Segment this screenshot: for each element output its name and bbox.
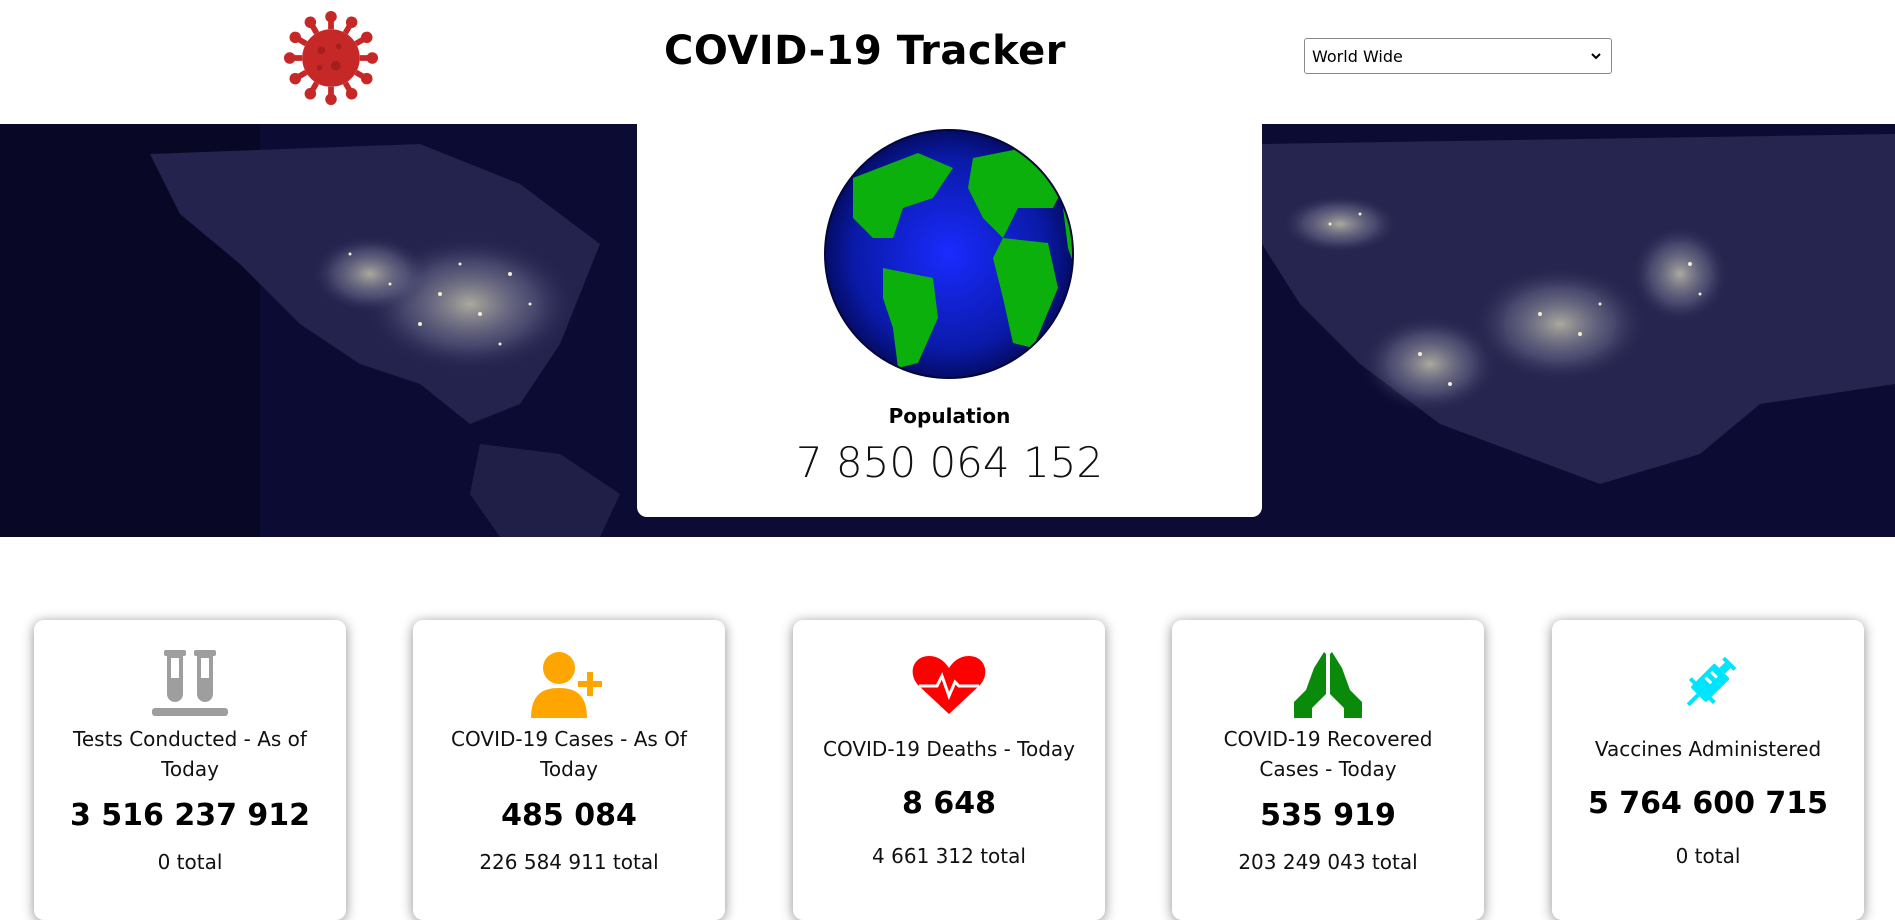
page-title: COVID-19 Tracker	[664, 28, 1066, 74]
user-plus-icon	[531, 652, 602, 718]
test-tubes-icon	[152, 650, 228, 716]
stat-total: 0 total	[157, 850, 223, 874]
header: COVID-19 Tracker World Wide	[0, 0, 1895, 124]
stat-card-vaccines: Vaccines Administered 5 764 600 715 0 to…	[1552, 620, 1864, 920]
stat-card-cases: COVID-19 Cases - As Of Today 485 084 226…	[413, 620, 725, 920]
stat-label: Vaccines Administered	[1594, 737, 1822, 761]
stat-value: 535 919	[1260, 798, 1396, 833]
chevron-down-icon	[1591, 53, 1601, 60]
praying-hands-icon	[1294, 652, 1362, 718]
stat-total: 203 249 043 total	[1238, 850, 1418, 874]
stats-cards: Tests Conducted - As of Today 3 516 237 …	[0, 620, 1895, 920]
population-label: Population	[888, 404, 1011, 428]
stat-label: COVID-19 Deaths - Today	[822, 737, 1076, 761]
stat-total: 0 total	[1675, 844, 1741, 868]
stat-label: COVID-19 Cases - As Of Today	[451, 727, 687, 781]
region-select-value: World Wide	[1312, 47, 1403, 66]
stat-total: 4 661 312 total	[872, 844, 1026, 868]
stat-card-tests: Tests Conducted - As of Today 3 516 237 …	[34, 620, 346, 920]
stat-card-recovered: COVID-19 Recovered Cases - Today 535 919…	[1172, 620, 1484, 920]
syringe-icon	[1686, 656, 1737, 707]
virus-icon	[283, 10, 379, 106]
region-select[interactable]: World Wide	[1304, 38, 1612, 74]
stat-total: 226 584 911 total	[479, 850, 659, 874]
globe-icon	[824, 129, 1074, 379]
stat-value: 3 516 237 912	[69, 798, 311, 833]
population-card: Population 7 850 064 152	[637, 124, 1262, 517]
stat-label: COVID-19 Recovered Cases - Today	[1223, 727, 1433, 781]
stat-card-deaths: COVID-19 Deaths - Today 8 648 4 661 312 …	[793, 620, 1105, 920]
heartbeat-icon	[912, 656, 986, 714]
stat-value: 5 764 600 715	[1587, 786, 1829, 821]
stat-value: 8 648	[902, 786, 996, 821]
stat-label: Tests Conducted - As of Today	[73, 727, 307, 781]
stat-value: 485 084	[501, 798, 637, 833]
population-value: 7 850 064 152	[795, 438, 1104, 487]
